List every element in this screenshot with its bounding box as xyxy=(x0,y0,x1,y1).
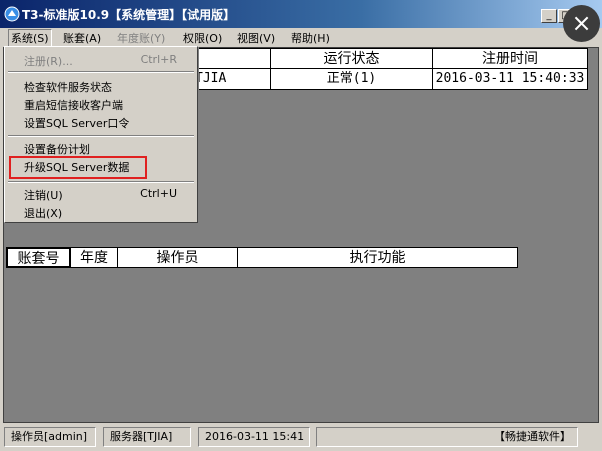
column-header-operator[interactable]: 操作员 xyxy=(117,247,238,268)
column-header-year[interactable]: 年度 xyxy=(70,247,118,268)
column-header-function[interactable]: 执行功能 xyxy=(237,247,518,268)
menu-item-logout-shortcut: Ctrl+U xyxy=(140,187,177,200)
status-brand: 【畅捷通软件】 xyxy=(316,427,578,447)
menu-item-check-service[interactable]: 检查软件服务状态 xyxy=(24,79,112,95)
menu-permissions[interactable]: 权限(O) xyxy=(183,30,222,46)
window-title: T3-标准版10.9【系统管理】【试用版】 xyxy=(22,8,236,22)
menu-item-backup-plan[interactable]: 设置备份计划 xyxy=(24,141,90,157)
menu-account-set[interactable]: 账套(A) xyxy=(63,30,101,46)
menu-item-restart-sms[interactable]: 重启短信接收客户端 xyxy=(24,97,123,113)
system-menu-dropdown: 注册(R)... Ctrl+R 检查软件服务状态 重启短信接收客户端 设置SQL… xyxy=(4,46,198,223)
status-server: 服务器[TJIA] xyxy=(103,427,191,447)
column-header-status[interactable]: 运行状态 xyxy=(270,48,433,69)
task-table: 账套号 年度 操作员 执行功能 xyxy=(6,247,518,268)
menu-separator xyxy=(8,135,194,137)
status-bar: 操作员[admin] 服务器[TJIA] 2016-03-11 15:41 【畅… xyxy=(0,424,602,451)
menu-view[interactable]: 视图(V) xyxy=(237,30,275,46)
menu-help[interactable]: 帮助(H) xyxy=(291,30,330,46)
menu-bar: 系统(S) 账套(A) 年度账(Y) 权限(O) 视图(V) 帮助(H) xyxy=(0,28,602,47)
title-bar: T3-标准版10.9【系统管理】【试用版】 _ □ xyxy=(0,0,602,28)
table-cell-register-time[interactable]: 2016-03-11 15:40:33 xyxy=(432,69,588,90)
column-header-account-no[interactable]: 账套号 xyxy=(6,247,71,268)
minimize-button[interactable]: _ xyxy=(541,9,557,23)
status-operator: 操作员[admin] xyxy=(4,427,96,447)
main-window: T3-标准版10.9【系统管理】【试用版】 _ □ 系统(S) 账套(A) 年度… xyxy=(0,0,602,451)
close-icon[interactable]: × xyxy=(563,5,600,42)
menu-item-exit[interactable]: 退出(X) xyxy=(24,205,62,221)
menu-item-sql-password[interactable]: 设置SQL Server口令 xyxy=(24,115,129,131)
menu-item-register-shortcut: Ctrl+R xyxy=(140,53,177,66)
menu-separator xyxy=(8,181,194,183)
menu-annual-account[interactable]: 年度账(Y) xyxy=(117,30,165,46)
menu-item-register[interactable]: 注册(R)... xyxy=(24,53,73,69)
table-cell-status[interactable]: 正常(1) xyxy=(270,69,433,90)
column-header-register-time[interactable]: 注册时间 xyxy=(432,48,588,69)
highlight-annotation xyxy=(9,156,147,179)
app-logo-icon xyxy=(4,6,20,22)
menu-item-logout[interactable]: 注销(U) xyxy=(24,187,63,203)
menu-separator xyxy=(8,71,194,73)
status-datetime: 2016-03-11 15:41 xyxy=(198,427,310,447)
menu-system[interactable]: 系统(S) xyxy=(8,29,52,47)
